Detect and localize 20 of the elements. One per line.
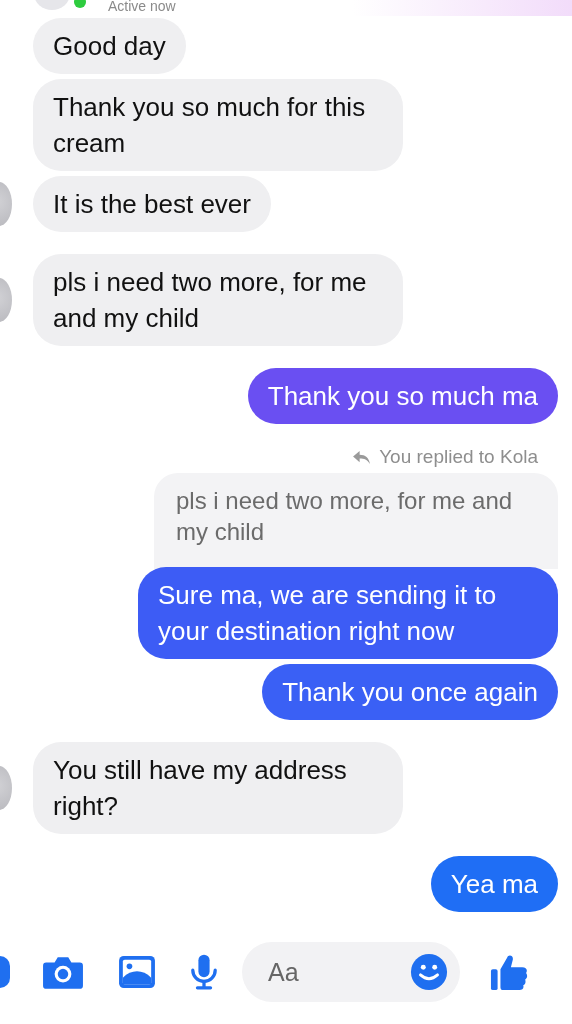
message-bubble: Thank you once again: [262, 664, 558, 720]
reply-icon: [352, 449, 372, 465]
emoji-icon[interactable]: [410, 953, 448, 991]
thumbs-up-icon[interactable]: [490, 952, 528, 992]
message-bubble: Good day: [33, 18, 186, 74]
message-bubble: Yea ma: [430, 856, 558, 912]
message-bubble: Sure ma, we are sending it to your destination right now: [138, 567, 558, 659]
message-field[interactable]: Aa: [242, 942, 460, 1002]
message-bubble: Thank you so much ma: [247, 368, 558, 424]
image-icon[interactable]: [118, 955, 156, 989]
camera-icon[interactable]: [42, 954, 84, 990]
status-text: Active now: [108, 0, 176, 14]
plus-button[interactable]: [0, 956, 10, 988]
message-bubble: It is the best ever: [33, 176, 271, 232]
reply-note: You replied to Kola: [379, 446, 538, 468]
quoted-message: pls i need two more, for me and my child: [154, 473, 558, 569]
microphone-icon[interactable]: [190, 953, 218, 991]
message-bubble: Thank you so much for this cream: [33, 79, 403, 171]
message-bubble: pls i need two more, for me and my child: [33, 254, 403, 346]
message-bubble: You still have my address right?: [33, 742, 403, 834]
